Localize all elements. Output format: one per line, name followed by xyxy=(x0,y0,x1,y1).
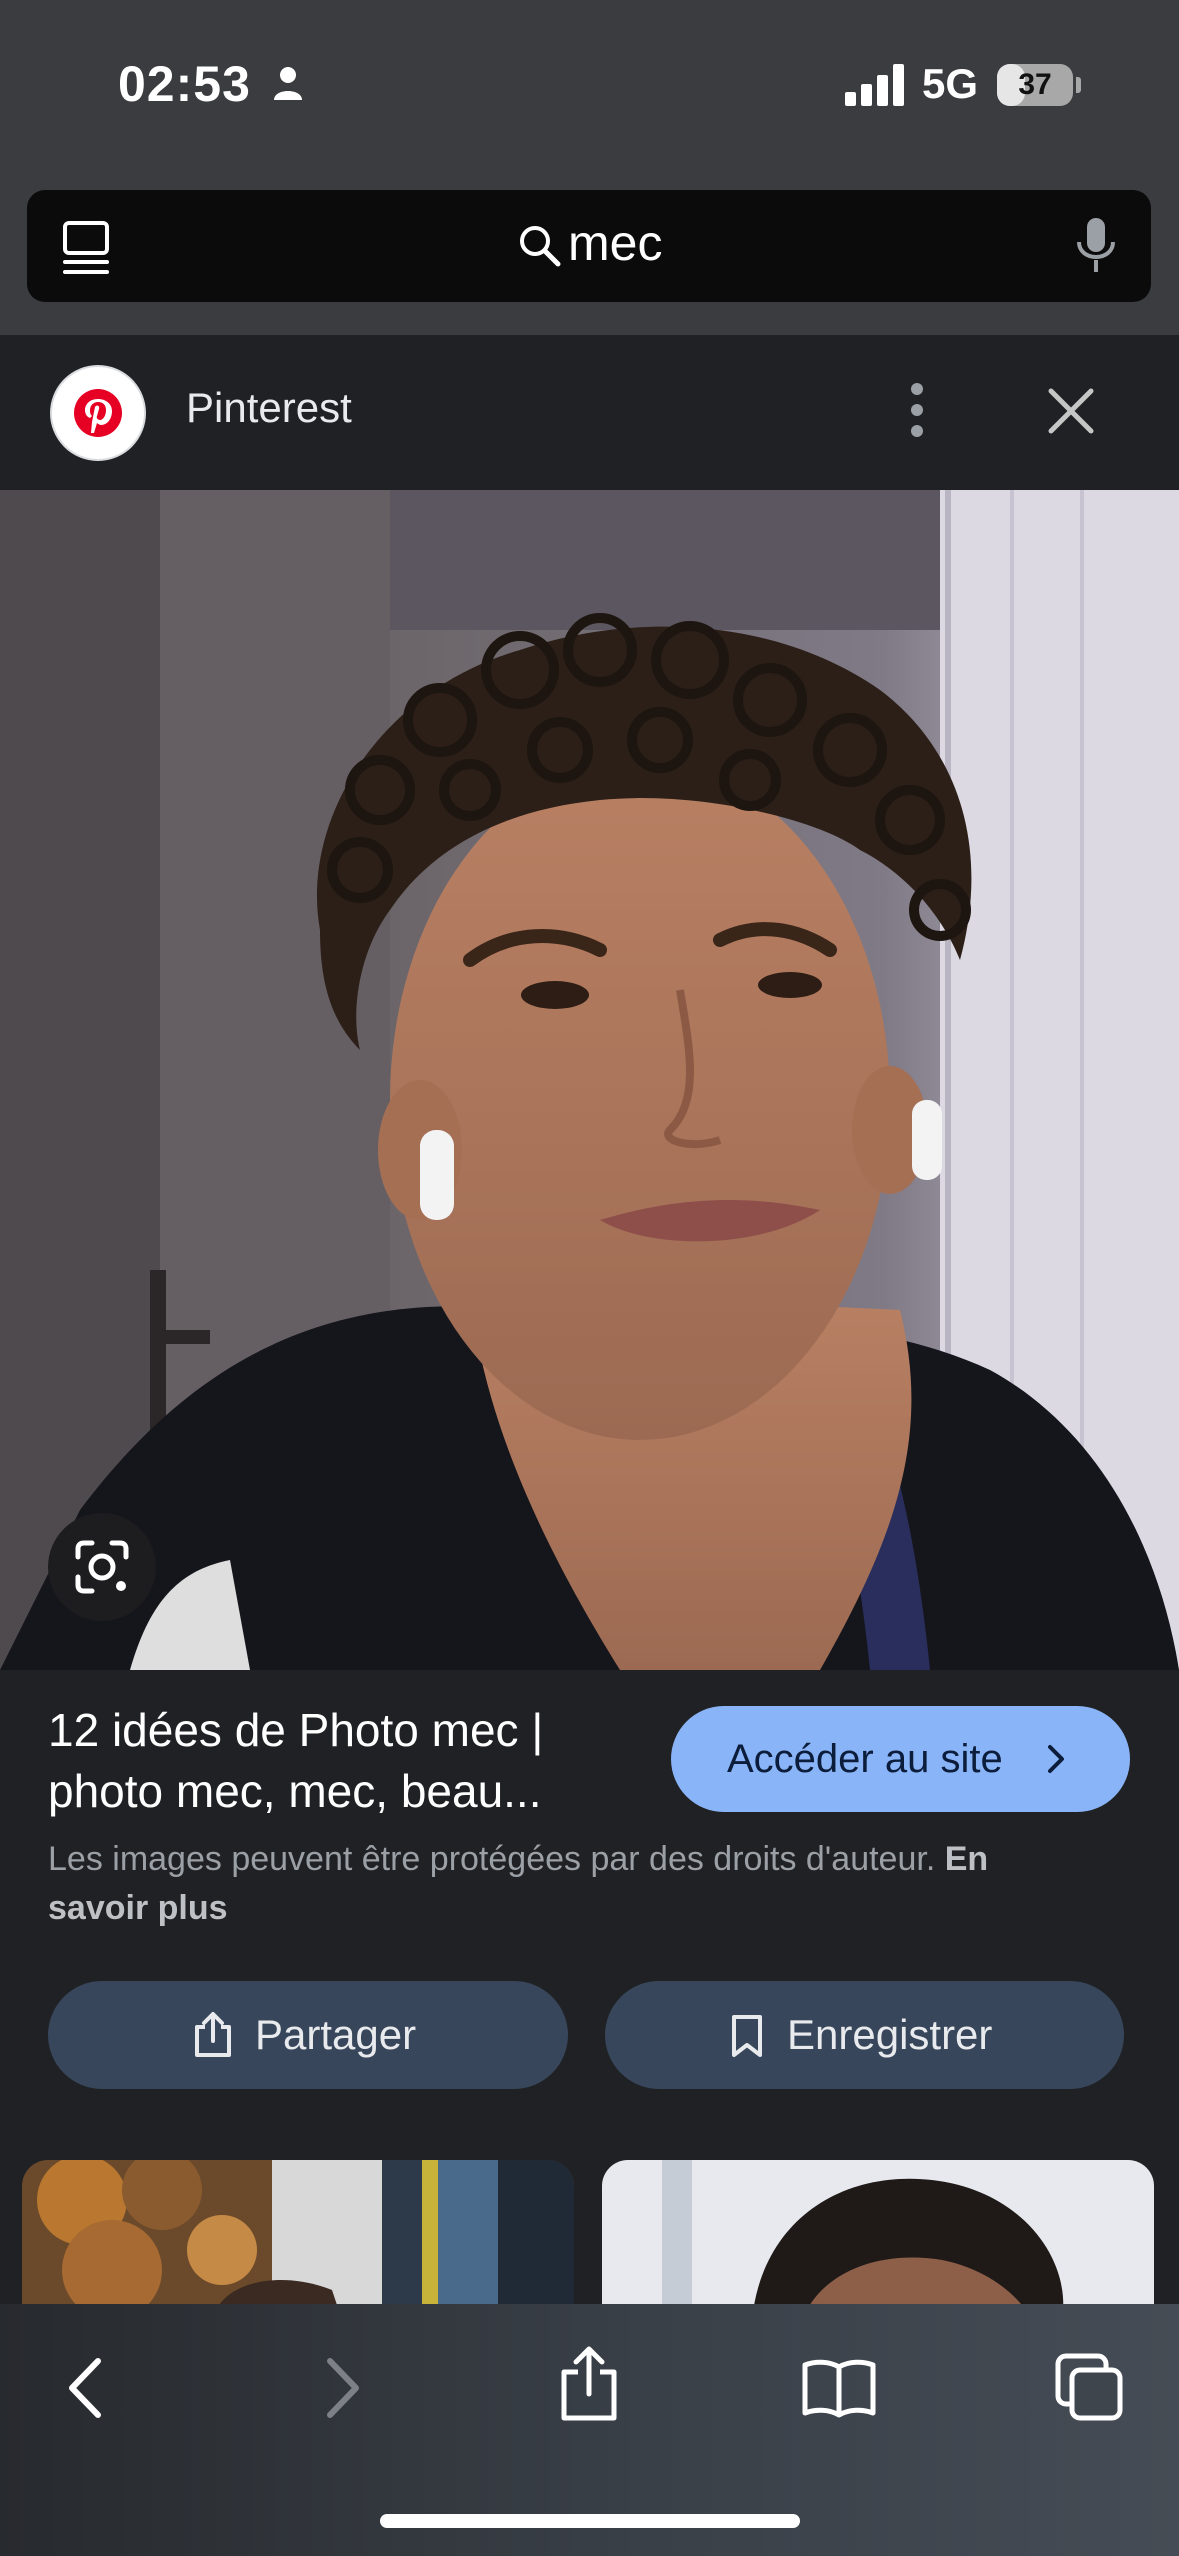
result-image[interactable] xyxy=(0,490,1179,1670)
signal-bars-icon xyxy=(845,64,904,106)
battery-percentage: 37 xyxy=(1018,68,1052,101)
share-icon[interactable] xyxy=(558,2346,620,2422)
share-icon xyxy=(195,2012,231,2057)
visit-site-button[interactable]: Accéder au site xyxy=(671,1706,1130,1812)
battery-cap xyxy=(1076,77,1081,93)
copyright-notice: Les images peuvent être protégées par de… xyxy=(48,1835,1088,1933)
chevron-right-icon xyxy=(1048,1745,1064,1773)
google-lens-icon xyxy=(75,1540,129,1594)
back-icon[interactable] xyxy=(66,2357,106,2419)
search-icon xyxy=(520,226,561,267)
save-button[interactable]: Enregistrer xyxy=(605,1981,1124,2089)
bookmarks-icon[interactable] xyxy=(801,2357,877,2419)
microphone-icon[interactable] xyxy=(1075,216,1117,274)
image-viewer-header xyxy=(0,335,1179,490)
tabs-overview-icon[interactable] xyxy=(62,220,110,276)
result-title[interactable]: 12 idées de Photo mec | photo mec, mec, … xyxy=(48,1700,608,1822)
pinterest-logo[interactable] xyxy=(50,365,146,461)
source-name[interactable]: Pinterest xyxy=(186,384,352,432)
visit-site-label: Accéder au site xyxy=(727,1737,1003,1781)
bookmark-icon xyxy=(732,2015,762,2057)
home-indicator[interactable] xyxy=(380,2514,800,2528)
google-lens-button[interactable] xyxy=(48,1513,156,1621)
forward-icon[interactable] xyxy=(322,2357,362,2419)
network-type: 5G xyxy=(922,60,979,107)
more-vertical-icon[interactable] xyxy=(910,382,924,438)
tabs-icon[interactable] xyxy=(1054,2352,1124,2422)
status-time: 02:53 xyxy=(118,56,251,112)
search-query[interactable]: mec xyxy=(568,214,662,272)
close-icon[interactable] xyxy=(1045,385,1097,437)
battery-indicator: 37 xyxy=(997,64,1073,106)
copyright-text: Les images peuvent être protégées par de… xyxy=(48,1840,936,1878)
related-image-thumbnail[interactable] xyxy=(22,2160,574,2320)
share-label: Partager xyxy=(255,2011,417,2058)
share-button[interactable]: Partager xyxy=(48,1981,568,2089)
person-icon xyxy=(274,67,302,100)
save-label: Enregistrer xyxy=(787,2011,993,2058)
related-image-thumbnail[interactable] xyxy=(602,2160,1154,2320)
